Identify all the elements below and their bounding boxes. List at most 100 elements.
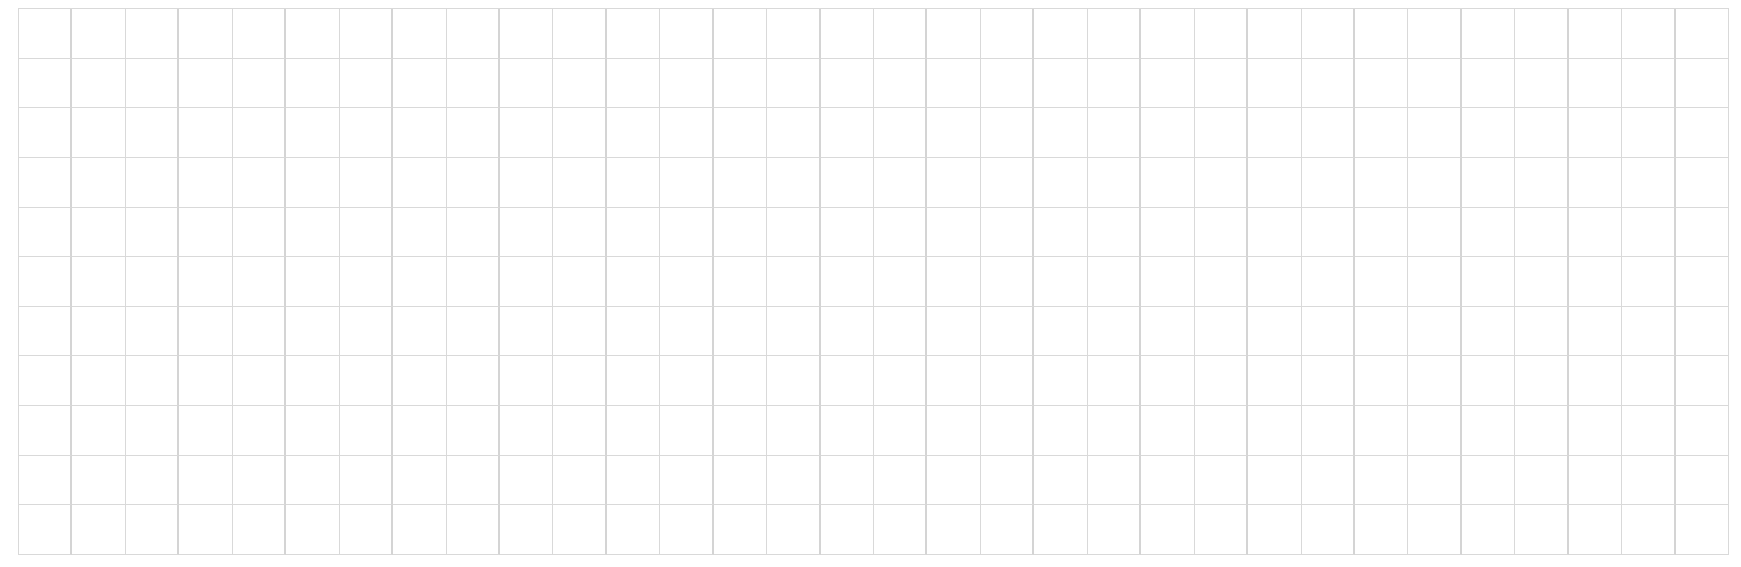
- grid-cell: [713, 58, 768, 109]
- grid-cell: [232, 58, 287, 109]
- grid-cell: [1515, 108, 1569, 158]
- grid-cell: [1568, 306, 1623, 357]
- grid-cell: [1194, 207, 1249, 258]
- grid-cell: [1141, 257, 1195, 307]
- grid-cell: [1408, 157, 1462, 208]
- grid-cell: [1034, 58, 1088, 109]
- grid-cell: [125, 455, 180, 506]
- grid-cell: [1408, 207, 1462, 258]
- grid-cell: [1675, 306, 1729, 357]
- grid-cell: [339, 157, 394, 208]
- grid-cell: [1461, 108, 1516, 158]
- grid-cell: [446, 406, 500, 456]
- grid-cell: [1248, 455, 1302, 506]
- grid-cell: [393, 306, 447, 357]
- grid-cell: [393, 9, 447, 59]
- grid-cell: [72, 257, 126, 307]
- grid-cell: [1622, 455, 1676, 506]
- grid-cell: [980, 505, 1035, 555]
- grid-cell: [446, 9, 500, 59]
- grid-cell: [1568, 108, 1623, 158]
- grid-cell: [980, 406, 1035, 456]
- grid-cell: [713, 108, 768, 158]
- grid-cell: [446, 58, 500, 109]
- grid-cell: [393, 108, 447, 158]
- grid-cell: [660, 207, 714, 258]
- grid-cell: [19, 58, 73, 109]
- grid-cell: [980, 58, 1035, 109]
- grid-cell: [927, 406, 981, 456]
- grid-cell: [72, 58, 126, 109]
- grid-cell: [1461, 58, 1516, 109]
- grid-cell: [179, 9, 233, 59]
- grid-cell: [820, 306, 874, 357]
- grid-cell: [767, 505, 821, 555]
- grid-cell: [499, 157, 554, 208]
- grid-cell: [980, 455, 1035, 506]
- grid-cell: [1622, 306, 1676, 357]
- grid-cell: [927, 207, 981, 258]
- grid-cell: [874, 306, 928, 357]
- grid-cell: [1675, 455, 1729, 506]
- grid-cell: [19, 306, 73, 357]
- grid-cell: [1034, 505, 1088, 555]
- grid-cell: [19, 455, 73, 506]
- grid-cell: [1408, 505, 1462, 555]
- grid-cell: [179, 306, 233, 357]
- grid-cell: [927, 505, 981, 555]
- grid-cell: [1461, 356, 1516, 407]
- grid-cell: [1087, 406, 1142, 456]
- grid-cell: [1568, 505, 1623, 555]
- grid-cell: [1515, 157, 1569, 208]
- grid-cell: [1408, 356, 1462, 407]
- grid-cell: [874, 108, 928, 158]
- grid-cell: [1515, 257, 1569, 307]
- grid-cell: [1408, 257, 1462, 307]
- grid-cell: [1301, 505, 1355, 555]
- grid-cell: [1194, 306, 1249, 357]
- grid-cell: [1194, 9, 1249, 59]
- grid-cell: [927, 455, 981, 506]
- grid-cell: [1248, 505, 1302, 555]
- grid-cell: [286, 257, 340, 307]
- grid-cell: [1354, 108, 1409, 158]
- grid-cell: [713, 9, 768, 59]
- grid-cell: [1087, 306, 1142, 357]
- grid-cell: [179, 356, 233, 407]
- grid-cell: [1194, 257, 1249, 307]
- grid-cell: [1087, 455, 1142, 506]
- grid-cell: [1248, 58, 1302, 109]
- grid-cell: [1194, 505, 1249, 555]
- grid-cell: [1087, 505, 1142, 555]
- grid-cell: [339, 455, 394, 506]
- grid-cell: [980, 306, 1035, 357]
- grid-cell: [767, 356, 821, 407]
- grid-cell: [1301, 356, 1355, 407]
- grid-cell: [660, 406, 714, 456]
- grid-cell: [1141, 157, 1195, 208]
- grid-cell: [1675, 9, 1729, 59]
- grid-cell: [660, 108, 714, 158]
- grid-cell: [1194, 406, 1249, 456]
- grid-cell: [1087, 207, 1142, 258]
- grid-cell: [820, 9, 874, 59]
- grid-cell: [820, 505, 874, 555]
- grid-cell: [1248, 406, 1302, 456]
- grid-cell: [1194, 455, 1249, 506]
- grid-cell: [19, 406, 73, 456]
- grid-cell: [1568, 257, 1623, 307]
- grid-cell: [553, 356, 607, 407]
- grid-cell: [767, 108, 821, 158]
- grid-cell: [606, 306, 661, 357]
- grid-cell: [980, 207, 1035, 258]
- grid-cell: [1248, 108, 1302, 158]
- grid-cell: [499, 356, 554, 407]
- grid-cell: [1622, 257, 1676, 307]
- grid-cell: [874, 455, 928, 506]
- grid-cell: [72, 306, 126, 357]
- grid-cell: [1301, 207, 1355, 258]
- grid-cell: [1194, 356, 1249, 407]
- grid-cell: [713, 455, 768, 506]
- grid-cell: [1141, 9, 1195, 59]
- grid-cell: [1675, 207, 1729, 258]
